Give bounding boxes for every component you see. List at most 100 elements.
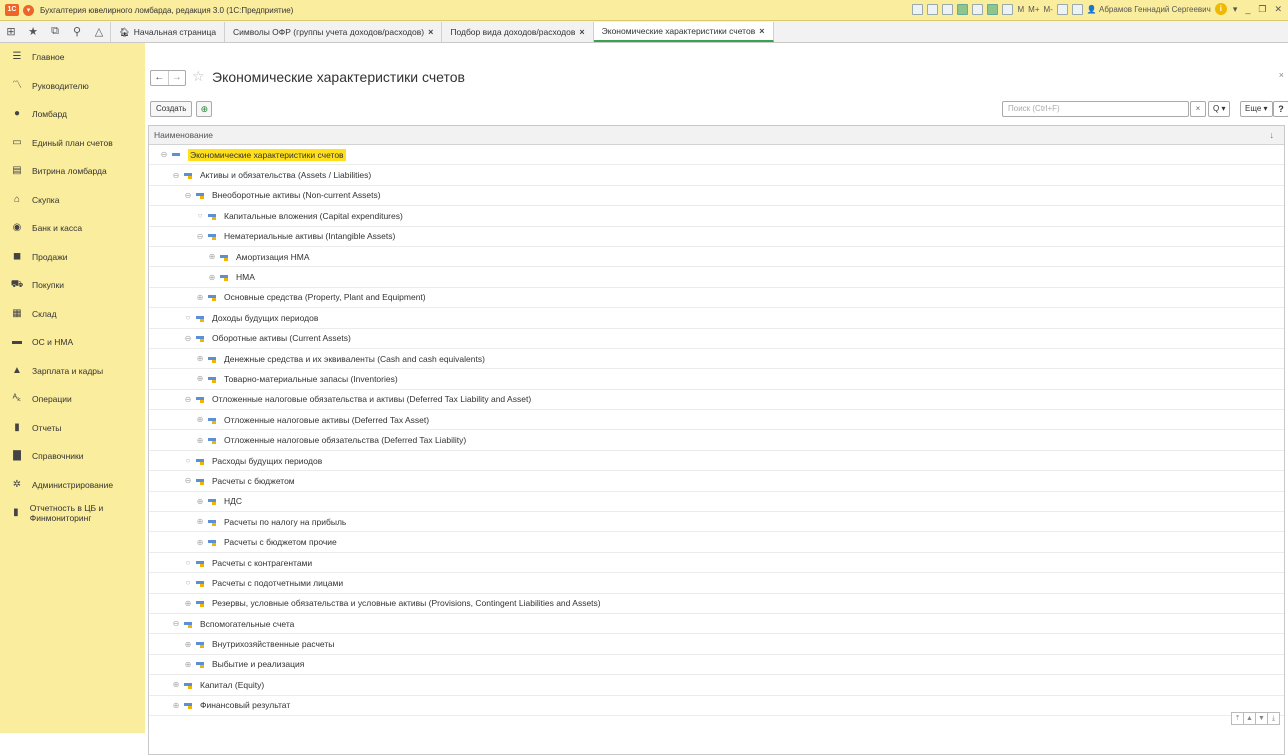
tree-row[interactable]: ⊕ Амортизация НМА <box>149 247 1284 268</box>
history-icon[interactable]: ⧉ <box>44 25 66 38</box>
minimize-icon[interactable]: _ <box>1243 4 1252 14</box>
column-header-name[interactable]: Наименование ↓ <box>149 126 1284 145</box>
tree-row[interactable]: ⊖ Вспомогательные счета <box>149 614 1284 635</box>
sidebar-item[interactable]: ✲ Администрирование <box>0 471 145 500</box>
copy-icon[interactable] <box>972 3 984 15</box>
tab-close-icon[interactable]: × <box>759 21 764 41</box>
tree-row[interactable]: ⊖ Нематериальные активы (Intangible Asset… <box>149 227 1284 247</box>
expand-icon[interactable]: ⊕ <box>207 252 217 261</box>
sidebar-item[interactable]: ᴬₖ Операции <box>0 385 145 414</box>
sidebar-item[interactable]: ⌂ Скупка <box>0 186 145 215</box>
table-icon[interactable] <box>987 3 999 15</box>
tree-row[interactable]: ⊖ Расчеты с бюджетом <box>149 471 1284 492</box>
tree-row[interactable]: ⊕ Денежные средства и их эквиваленты (Cas… <box>149 349 1284 370</box>
tab-economic-characteristics[interactable]: Экономические характеристики счетов × <box>593 21 774 42</box>
tree-row[interactable]: ⊕ Расчеты по налогу на прибыль <box>149 512 1284 533</box>
tree-row[interactable]: ⊕ Резервы, условные обязательства и услов… <box>149 594 1284 614</box>
tree-row[interactable]: ⊕ Отложенные налоговые обязательства (Def… <box>149 430 1284 451</box>
tree-row[interactable]: ⊕ Расчеты с бюджетом прочие <box>149 532 1284 553</box>
tree-row[interactable]: ⊕ НДС <box>149 492 1284 513</box>
tab-close-icon[interactable]: × <box>428 22 433 42</box>
expand-icon[interactable]: ⊕ <box>195 415 205 424</box>
info-icon[interactable]: i <box>1214 3 1227 15</box>
tree-row[interactable]: ○ Доходы будущих периодов <box>149 308 1284 329</box>
expand-icon[interactable]: ⊕ <box>183 599 193 608</box>
search-input[interactable]: Поиск (Ctrl+F) <box>1002 101 1189 117</box>
toolbar-grid-icon[interactable] <box>912 3 924 15</box>
sidebar-item[interactable]: ▤ Витрина ломбарда <box>0 157 145 186</box>
maximize-icon[interactable]: ❐ <box>1256 4 1268 15</box>
memory-m-button[interactable]: M <box>1017 5 1024 14</box>
help-button[interactable]: ? <box>1273 101 1288 117</box>
expand-icon[interactable]: ⊕ <box>171 701 181 710</box>
tree-row[interactable]: ⊕ Финансовый результат <box>149 696 1284 716</box>
main-menu-icon[interactable]: ▾ <box>23 4 34 16</box>
favorites-star-icon[interactable]: ★ <box>22 25 44 38</box>
create-folder-button[interactable]: ⊕ <box>196 101 213 117</box>
memory-minus-button[interactable]: M- <box>1044 5 1053 14</box>
expand-icon[interactable]: ⊕ <box>195 354 205 363</box>
sidebar-item[interactable]: ◼ Продажи <box>0 243 145 272</box>
sidebar-item[interactable]: ⛟ Покупки <box>0 271 145 300</box>
scroll-bottom-icon[interactable]: ⤓ <box>1267 712 1280 725</box>
tree-row[interactable]: ⊕ НМА <box>149 267 1284 288</box>
window-menu-icon[interactable]: ▾ <box>1231 4 1240 15</box>
tree-row[interactable]: ⊕ Отложенные налоговые активы (Deferred T… <box>149 410 1284 431</box>
expand-icon[interactable]: ⊕ <box>183 660 193 669</box>
tree-row[interactable]: ⊕ Товарно-материальные запасы (Inventorie… <box>149 369 1284 390</box>
tab-ofr-symbols[interactable]: Символы ОФР (группы учета доходов/расход… <box>225 21 443 42</box>
sort-arrow-icon[interactable]: ↓ <box>1270 126 1275 144</box>
expand-icon[interactable]: ⊕ <box>183 640 193 649</box>
expand-icon[interactable]: ⊕ <box>195 374 205 383</box>
zoom-icon[interactable] <box>1056 3 1068 15</box>
printer-icon[interactable] <box>927 3 939 15</box>
tab-home[interactable]: 🏠︎ Начальная страница <box>110 21 226 42</box>
panel-icon[interactable] <box>1071 3 1083 15</box>
collapse-icon[interactable]: ⊖ <box>195 232 205 241</box>
tab-close-icon[interactable]: × <box>579 22 584 42</box>
collapse-icon[interactable]: ⊖ <box>159 150 169 159</box>
more-button[interactable]: Еще ▾ <box>1240 101 1273 117</box>
sidebar-item[interactable]: ▦ Склад <box>0 300 145 329</box>
sidebar-item[interactable]: ◉ Банк и касса <box>0 214 145 243</box>
expand-icon[interactable]: ⊕ <box>207 273 217 282</box>
tree-row[interactable]: ⊖ Оборотные активы (Current Assets) <box>149 329 1284 349</box>
favorite-star-icon[interactable]: ☆ <box>192 68 205 85</box>
sidebar-item[interactable]: ▭ Единый план счетов <box>0 129 145 158</box>
notifications-bell-icon[interactable]: △ <box>88 25 110 38</box>
tree-row[interactable]: ○ Капитальные вложения (Capital expenditu… <box>149 206 1284 227</box>
sidebar-item[interactable]: ☰ Главное <box>0 43 145 72</box>
collapse-icon[interactable]: ⊖ <box>183 191 193 200</box>
back-button[interactable]: ← <box>151 71 168 85</box>
expand-icon[interactable]: ⊕ <box>195 538 205 547</box>
collapse-icon[interactable]: ⊖ <box>183 476 193 485</box>
tree-row[interactable]: ○ Расчеты с подотчетными лицами <box>149 573 1284 594</box>
document-icon[interactable] <box>942 3 954 15</box>
tree-row[interactable]: ○ Расчеты с контрагентами <box>149 553 1284 574</box>
save-icon[interactable] <box>957 3 969 15</box>
sidebar-item[interactable]: ▮ Отчетность в ЦБ и Финмониторинг <box>0 499 145 528</box>
expand-icon[interactable]: ⊕ <box>195 293 205 302</box>
tree-row[interactable]: ⊕ Капитал (Equity) <box>149 675 1284 696</box>
collapse-icon[interactable]: ⊖ <box>183 334 193 343</box>
collapse-icon[interactable]: ⊖ <box>171 619 181 628</box>
tab-income-expense-selection[interactable]: Подбор вида доходов/расходов × <box>442 21 594 42</box>
collapse-icon[interactable]: ⊖ <box>183 395 193 404</box>
forward-button[interactable]: → <box>167 71 186 85</box>
sidebar-item[interactable]: ▇ Справочники <box>0 442 145 471</box>
search-button[interactable]: Q ▾ <box>1208 101 1231 117</box>
tree-row[interactable]: ○ Расходы будущих периодов <box>149 451 1284 472</box>
search-clear-button[interactable]: × <box>1190 101 1206 117</box>
tree-row[interactable]: ⊕ Выбытие и реализация <box>149 655 1284 676</box>
expand-icon[interactable]: ⊕ <box>171 680 181 689</box>
collapse-icon[interactable]: ⊖ <box>171 171 181 180</box>
tree-row[interactable]: ⊕ Внутрихозяйственные расчеты <box>149 634 1284 655</box>
close-window-icon[interactable]: ✕ <box>1272 4 1284 15</box>
tree-row[interactable]: ⊕ Основные средства (Property, Plant and … <box>149 288 1284 309</box>
memory-plus-button[interactable]: M+ <box>1028 5 1039 14</box>
create-button[interactable]: Создать <box>150 101 193 117</box>
tree-row[interactable]: ⊖ Отложенные налоговые обязательства и ак… <box>149 390 1284 411</box>
current-user[interactable]: 👤 Абрамов Геннадий Сергеевич <box>1087 5 1211 14</box>
tree-row[interactable]: ⊖ Экономические характеристики счетов <box>149 145 1284 166</box>
expand-icon[interactable]: ⊕ <box>195 497 205 506</box>
